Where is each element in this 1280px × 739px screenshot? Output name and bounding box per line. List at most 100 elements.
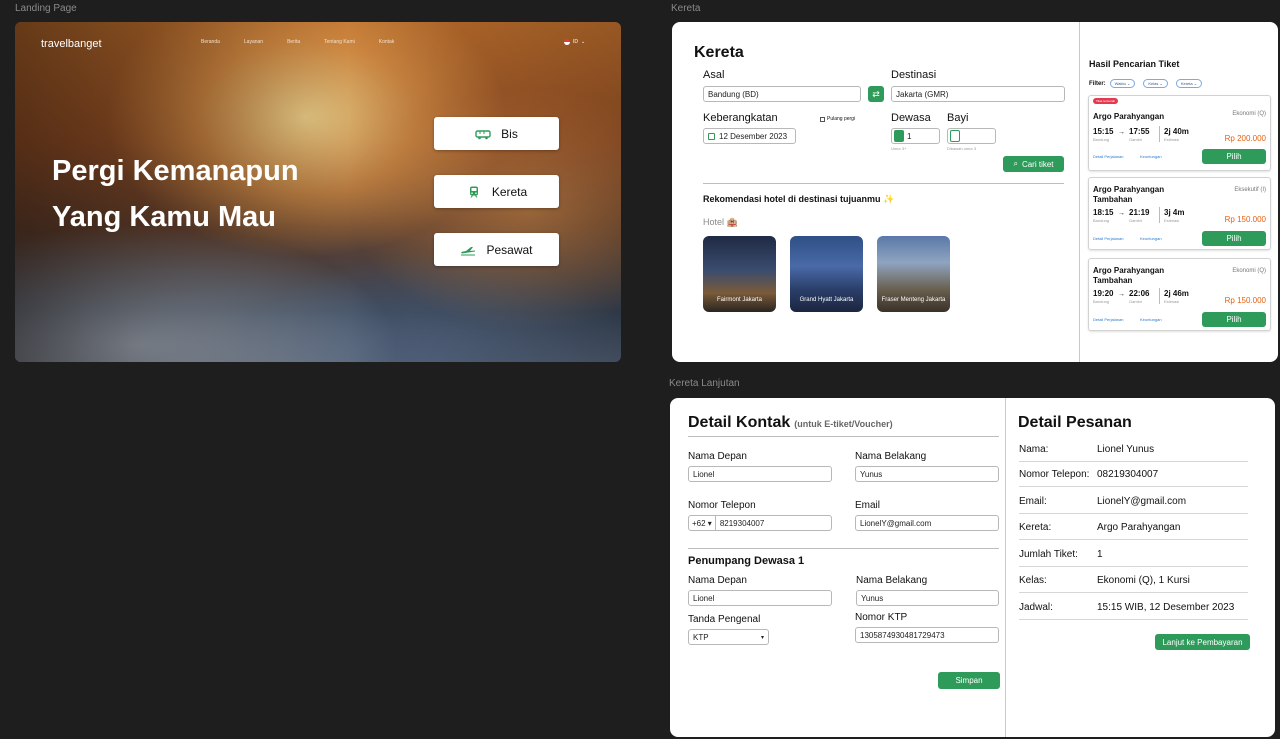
- bayi-input[interactable]: [947, 128, 996, 144]
- nav-item-kontak[interactable]: Kontak: [379, 39, 395, 45]
- pesanan-key: Email:: [1019, 496, 1047, 507]
- landing-page-frame: travelbanget Beranda Layanan Berita Tent…: [15, 22, 621, 362]
- keuntungan-link[interactable]: Keuntungan: [1140, 154, 1162, 159]
- nama-belakang-label: Nama Belakang: [855, 451, 927, 462]
- rekomendasi-title: Rekomendasi hotel di destinasi tujuanmu …: [703, 194, 895, 204]
- dewasa-input[interactable]: 1: [891, 128, 940, 144]
- detail-kontak-header: Detail Kontak (untuk E-tiket/Voucher): [688, 414, 893, 432]
- keuntungan-link[interactable]: Keuntungan: [1140, 317, 1162, 322]
- telepon-input[interactable]: +62 ▾ 8219304007: [688, 515, 832, 531]
- detail-perjalanan-link[interactable]: Detail Perjalanan: [1093, 154, 1123, 159]
- pesanan-key: Kereta:: [1019, 522, 1052, 533]
- train-name: Argo Parahyangan: [1093, 112, 1165, 121]
- detail-pesanan-title: Detail Pesanan: [1018, 414, 1132, 431]
- nav-item-berita[interactable]: Berita: [287, 39, 300, 45]
- asal-input[interactable]: Bandung (BD): [703, 86, 861, 102]
- arrive-station: Gambir: [1129, 218, 1143, 223]
- hero-line-2: Yang Kamu Mau: [52, 201, 276, 233]
- top-nav: Beranda Layanan Berita Tentang Kami Kont…: [201, 39, 394, 45]
- pilih-button[interactable]: Pilih: [1202, 312, 1266, 327]
- nama-belakang-input[interactable]: Yunus: [855, 466, 999, 482]
- pulang-pergi-label: Pulang pergi: [827, 116, 856, 122]
- p-nama-belakang-input[interactable]: Yunus: [856, 590, 999, 606]
- pesanan-value: Argo Parahyangan: [1097, 522, 1181, 533]
- email-input[interactable]: LionelY@gmail.com: [855, 515, 999, 531]
- hotel-card-fraser[interactable]: Fraser Menteng Jakarta: [877, 236, 950, 312]
- lanjut-pembayaran-button[interactable]: Lanjut ke Pembayaran: [1155, 634, 1250, 650]
- nav-item-tentang[interactable]: Tentang Kami: [324, 39, 355, 45]
- detail-kontak-title: Detail Kontak: [688, 414, 791, 431]
- checkbox-icon: [820, 116, 825, 122]
- ticket-price: Rp 200.000: [1224, 134, 1266, 143]
- frame-label-landing: Landing Page: [15, 3, 77, 14]
- penumpang-title: Penumpang Dewasa 1: [688, 555, 805, 567]
- cari-tiket-button[interactable]: ⌕ Cari tiket: [1003, 156, 1064, 172]
- pilih-button[interactable]: Pilih: [1202, 149, 1266, 164]
- hotel-card-grand-hyatt[interactable]: Grand Hyatt Jakarta: [790, 236, 863, 312]
- flag-icon: [564, 39, 570, 45]
- hotel-card-fairmont[interactable]: Fairmont Jakarta: [703, 236, 776, 312]
- result-card: Tiket termurah Argo Parahyangan Ekonomi …: [1088, 95, 1271, 171]
- mode-button-kereta[interactable]: Kereta: [434, 175, 559, 208]
- p-nama-depan-input[interactable]: Lionel: [688, 590, 832, 606]
- tanda-pengenal-label: Tanda Pengenal: [688, 614, 761, 625]
- search-icon: ⌕: [1013, 159, 1018, 168]
- tanda-pengenal-select[interactable]: KTP ▾: [688, 629, 769, 645]
- filter-chip-kereta[interactable]: Kereta ⌄: [1175, 79, 1203, 88]
- result-card: Argo Parahyangan Tambahan Eksekutif (I) …: [1088, 177, 1271, 250]
- pesanan-key: Kelas:: [1019, 575, 1047, 586]
- depart-station: Bandung: [1093, 218, 1110, 223]
- penumpang-divider: [688, 548, 999, 549]
- pesanan-value: 1: [1097, 549, 1103, 560]
- depart-station: Bandung: [1093, 299, 1110, 304]
- pulang-pergi-checkbox[interactable]: Pulang pergi: [820, 116, 855, 122]
- nav-item-beranda[interactable]: Beranda: [201, 39, 220, 45]
- dropdown-arrow-icon: ▾: [760, 634, 764, 641]
- filter-chip-kelas[interactable]: Kelas ⌄: [1143, 79, 1168, 88]
- cheapest-badge: Tiket termurah: [1093, 98, 1119, 104]
- duration-divider: [1159, 288, 1160, 304]
- ktp-input[interactable]: 1305874930481729473: [855, 627, 999, 643]
- duration-note: Estimasi: [1164, 299, 1180, 304]
- frame-label-kereta: Kereta: [671, 3, 701, 14]
- filter-chip-waktu[interactable]: Waktu ⌄: [1109, 79, 1136, 88]
- filter-label: Filter:: [1089, 80, 1106, 87]
- dewasa-label: Dewasa: [891, 112, 931, 124]
- hotel-name: Fairmont Jakarta: [716, 297, 762, 303]
- keberangkatan-input[interactable]: 12 Desember 2023: [703, 128, 796, 144]
- pilih-button[interactable]: Pilih: [1202, 231, 1266, 246]
- pesanan-value: LionelY@gmail.com: [1097, 496, 1187, 507]
- keberangkatan-label: Keberangkatan: [703, 112, 778, 124]
- nav-item-layanan[interactable]: Layanan: [244, 39, 263, 45]
- hotel-name: Fraser Menteng Jakarta: [881, 297, 946, 303]
- keuntungan-link[interactable]: Keuntungan: [1140, 236, 1162, 241]
- arrive-station: Gambir: [1129, 299, 1143, 304]
- nama-depan-input[interactable]: Lionel: [688, 466, 832, 482]
- country-code-select[interactable]: +62 ▾: [689, 516, 716, 530]
- arrive-time: 22:06: [1129, 289, 1150, 298]
- hotel-name: Grand Hyatt Jakarta: [799, 297, 854, 303]
- telepon-value: 8219304007: [719, 518, 765, 528]
- detail-perjalanan-link[interactable]: Detail Perjalanan: [1093, 317, 1123, 322]
- bus-icon: [475, 129, 491, 139]
- duration: 3j 4m: [1164, 208, 1185, 217]
- page-title: Kereta: [694, 44, 744, 61]
- kontak-divider: [688, 436, 999, 437]
- mode-label-kereta: Kereta: [491, 184, 528, 199]
- mode-button-bis[interactable]: Bis: [434, 117, 559, 150]
- language-selector[interactable]: ID ⌄: [564, 39, 585, 45]
- pesanan-key: Nomor Telepon:: [1019, 469, 1090, 480]
- brand-logo[interactable]: travelbanget: [41, 38, 102, 50]
- keberangkatan-value: 12 Desember 2023: [719, 131, 788, 141]
- duration-divider: [1159, 126, 1160, 142]
- pesanan-value: 08219304007: [1097, 469, 1159, 480]
- bayi-label: Bayi: [947, 112, 969, 124]
- detail-perjalanan-link[interactable]: Detail Perjalanan: [1093, 236, 1123, 241]
- swap-button[interactable]: ⇄: [868, 86, 884, 102]
- pesanan-divider: [1005, 398, 1006, 737]
- depart-time: 19:20: [1093, 289, 1114, 298]
- destinasi-input[interactable]: Jakarta (GMR): [891, 86, 1065, 102]
- mode-button-pesawat[interactable]: Pesawat: [434, 233, 559, 266]
- simpan-button[interactable]: Simpan: [938, 672, 1000, 689]
- results-divider: [1079, 22, 1080, 362]
